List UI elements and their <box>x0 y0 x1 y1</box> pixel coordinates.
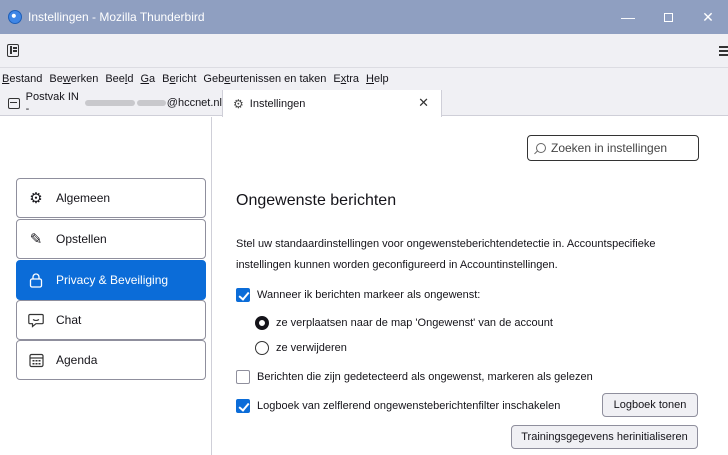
window-title: Instellingen - Mozilla Thunderbird <box>28 10 205 24</box>
app-menu-icon[interactable] <box>719 46 728 48</box>
gear-icon: ⚙ <box>29 190 43 207</box>
tab-settings-label: Instellingen <box>249 97 306 110</box>
tab-inbox[interactable]: Postvak IN - @hccnet.nl <box>0 90 222 116</box>
mark-junk-option[interactable]: Wanneer ik berichten markeer als ongewen… <box>236 288 480 302</box>
gear-icon: ⚙ <box>233 96 244 111</box>
sidebar-item-privacy[interactable]: Privacy & Beveiliging <box>16 260 206 300</box>
logging-option[interactable]: Logboek van zelflerend ongewenstebericht… <box>236 399 560 413</box>
thunderbird-logo-icon <box>8 10 22 24</box>
tab-inbox-suffix: @hccnet.nl <box>166 97 222 109</box>
redacted-email-part <box>136 100 166 106</box>
mark-junk-label: Wanneer ik berichten markeer als ongewen… <box>257 289 481 301</box>
menu-gebeurtenissen[interactable]: Gebeurtenissen en taken <box>203 73 326 85</box>
close-window-button[interactable]: ✕ <box>688 0 728 34</box>
pencil-icon: ✎ <box>29 231 43 248</box>
reset-training-button[interactable]: Trainingsgegevens herinitialiseren <box>511 425 698 449</box>
close-tab-icon[interactable]: ✕ <box>418 95 429 111</box>
sidebar-item-label: Agenda <box>56 353 98 367</box>
search-icon <box>536 143 546 153</box>
logging-checkbox[interactable] <box>236 399 250 413</box>
delete-junk-option[interactable]: ze verwijderen <box>255 341 347 355</box>
menu-beeld[interactable]: Beeld <box>105 73 133 85</box>
mark-junk-checkbox[interactable] <box>236 288 250 302</box>
mark-read-checkbox[interactable] <box>236 370 250 384</box>
menu-bericht[interactable]: Bericht <box>162 73 196 85</box>
sidebar-item-label: Chat <box>56 313 82 327</box>
menu-extra[interactable]: Extra <box>333 73 359 85</box>
mark-read-label: Berichten die zijn gedetecteerd als onge… <box>257 371 593 383</box>
minimize-button[interactable]: — <box>608 0 648 34</box>
mail-icon <box>8 97 20 109</box>
tab-inbox-prefix: Postvak IN - <box>25 91 79 115</box>
title-bar: Instellingen - Mozilla Thunderbird — ✕ <box>0 0 728 34</box>
move-to-junk-option[interactable]: ze verplaatsen naar de map 'Ongewenst' v… <box>255 316 553 330</box>
move-to-junk-label: ze verplaatsen naar de map 'Ongewenst' v… <box>276 317 553 329</box>
tab-settings[interactable]: ⚙ Instellingen ✕ <box>222 90 442 117</box>
settings-content: Ongewenste berichten Stel uw standaardin… <box>213 117 728 455</box>
sidebar-item-opstellen[interactable]: ✎ Opstellen <box>16 219 206 259</box>
sidebar-item-algemeen[interactable]: ⚙ Algemeen <box>16 178 206 218</box>
menu-bar: Bestand Bewerken Beeld Ga Bericht Gebeur… <box>0 68 728 90</box>
section-title: Ongewenste berichten <box>236 192 397 209</box>
move-to-junk-radio[interactable] <box>255 316 269 330</box>
logging-label: Logboek van zelflerend ongewenstebericht… <box>257 400 561 412</box>
menu-ga[interactable]: Ga <box>140 73 155 85</box>
maximize-button[interactable] <box>648 0 688 34</box>
spaces-toolbar-icon[interactable] <box>7 44 19 57</box>
delete-junk-label: ze verwijderen <box>276 342 347 354</box>
spaces-toolbar <box>0 34 728 68</box>
calendar-icon <box>28 352 44 368</box>
sidebar-item-chat[interactable]: Chat <box>16 300 206 340</box>
delete-junk-radio[interactable] <box>255 341 269 355</box>
sidebar-item-label: Opstellen <box>56 232 107 246</box>
sidebar-item-label: Algemeen <box>56 191 111 205</box>
maximize-icon <box>663 12 673 22</box>
search-input[interactable] <box>551 141 691 155</box>
lock-icon <box>28 272 44 288</box>
tab-bar: Postvak IN - @hccnet.nl ⚙ Instellingen ✕ <box>0 90 728 117</box>
chat-bubble-icon <box>28 312 44 328</box>
sidebar-item-label: Privacy & Beveiliging <box>56 273 169 287</box>
sidebar-item-agenda[interactable]: Agenda <box>16 340 206 380</box>
settings-sidebar: ⚙ Algemeen ✎ Opstellen Privacy & Beveili… <box>0 117 212 455</box>
menu-help[interactable]: Help <box>366 73 389 85</box>
search-box[interactable] <box>527 135 699 161</box>
mark-read-option[interactable]: Berichten die zijn gedetecteerd als onge… <box>236 370 593 384</box>
section-description: Stel uw standaardinstellingen voor ongew… <box>236 238 656 271</box>
menu-bewerken[interactable]: Bewerken <box>49 73 98 85</box>
menu-bestand[interactable]: Bestand <box>2 73 42 85</box>
redacted-email <box>84 100 135 106</box>
show-log-button[interactable]: Logboek tonen <box>602 393 698 417</box>
